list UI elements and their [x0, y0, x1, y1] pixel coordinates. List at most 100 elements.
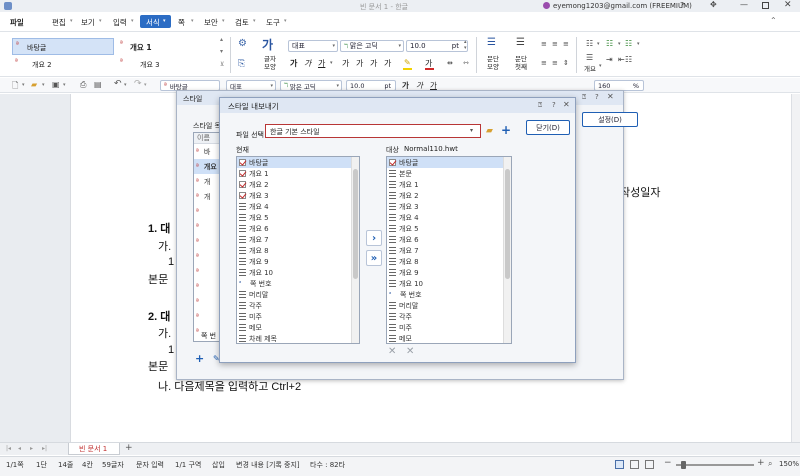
bold-icon[interactable]: 가: [290, 58, 297, 69]
italic-icon[interactable]: 가: [304, 58, 311, 69]
export-dialog-close-icon[interactable]: ✕: [563, 100, 570, 109]
shade-icon[interactable]: 가: [384, 58, 391, 69]
target-item-11[interactable]: 개요 10: [387, 278, 511, 289]
current-item-9[interactable]: 개요 9: [237, 256, 359, 267]
gallery-scroll-down-icon[interactable]: ▾: [220, 48, 223, 55]
status-insert-mode[interactable]: 삽입: [212, 460, 225, 470]
align-justify-icon[interactable]: ≡: [541, 59, 547, 67]
current-item-16[interactable]: 차례 제목: [237, 333, 359, 343]
current-list-scrollbar[interactable]: [351, 157, 359, 343]
target-item-7[interactable]: 개요 6: [387, 234, 511, 245]
outline-icon[interactable]: ☰: [586, 53, 593, 62]
menu-format-active[interactable]: 서식 ▾: [140, 15, 171, 28]
doc-tab[interactable]: 빈 문서 1: [68, 443, 120, 455]
target-item-3[interactable]: 개요 2: [387, 190, 511, 201]
para-first-icon[interactable]: ☰: [516, 37, 525, 48]
zoom-slider-thumb[interactable]: [681, 461, 686, 469]
gallery-expand-icon[interactable]: ⊻: [220, 61, 224, 68]
redo-icon[interactable]: ↷: [134, 79, 142, 89]
list-a-icon[interactable]: ☷: [625, 39, 632, 48]
current-item-12[interactable]: 머리말: [237, 289, 359, 300]
open-folder-icon[interactable]: ▰: [31, 80, 37, 89]
char-width-icon[interactable]: ⇿: [463, 59, 469, 67]
strike-icon[interactable]: 가: [342, 58, 349, 69]
style-settings-icon[interactable]: ⚙: [238, 38, 247, 49]
close-dialog-button[interactable]: 닫기(D): [526, 120, 570, 135]
style-gallery-item-3[interactable]: ª 개요 3: [118, 57, 218, 72]
subscript-icon[interactable]: 가: [370, 58, 377, 69]
account-avatar-icon[interactable]: [543, 2, 550, 9]
target-item-4[interactable]: 개요 3: [387, 201, 511, 212]
target-item-16[interactable]: 메모: [387, 333, 511, 343]
copy-selected-button[interactable]: ›: [366, 230, 382, 246]
style-list-item-pagenum[interactable]: 쪽 번: [201, 331, 216, 341]
target-item-0[interactable]: 바탕글: [387, 157, 511, 168]
preview-icon[interactable]: ▤: [94, 80, 102, 89]
current-item-7[interactable]: 개요 7: [237, 234, 359, 245]
para-shape-icon[interactable]: ☰: [487, 37, 496, 48]
target-item-2[interactable]: 개요 1: [387, 179, 511, 190]
highlight-icon[interactable]: ✎: [404, 58, 411, 67]
current-item-2[interactable]: 개요 2: [237, 179, 359, 190]
ribbon-font-select[interactable]: ℸ 맑은 고딕 ▾: [340, 40, 404, 52]
export-dialog-titlebar[interactable]: 스타일 내보내기 ⍰ ? ✕: [220, 98, 575, 113]
tab-next-icon[interactable]: ▸: [30, 445, 33, 452]
menu-edit[interactable]: 편집: [52, 17, 66, 28]
char-spacing-icon[interactable]: ⇹: [447, 59, 453, 67]
style-settings-button-label[interactable]: 설정(D): [582, 112, 638, 127]
underline-icon[interactable]: 가: [318, 58, 325, 69]
ribbon-collapse-icon[interactable]: ⌃: [770, 16, 777, 25]
menu-security[interactable]: 보안: [204, 17, 218, 28]
view-normal-icon[interactable]: [615, 460, 624, 469]
status-page[interactable]: 1/1쪽: [6, 460, 24, 470]
current-item-10[interactable]: 개요 10: [237, 267, 359, 278]
menu-view[interactable]: 보기: [81, 17, 95, 28]
minimize-icon[interactable]: —: [740, 0, 748, 9]
current-item-15[interactable]: 메모: [237, 322, 359, 333]
undo-icon[interactable]: ↶: [114, 79, 122, 89]
tab-prev-icon[interactable]: ◂: [18, 445, 21, 452]
maximize-icon[interactable]: [762, 2, 769, 9]
current-item-11[interactable]: ᵃ 쪽 번호: [237, 278, 359, 289]
zoom-in-icon[interactable]: +: [757, 458, 765, 468]
style-dialog-help2-icon[interactable]: ?: [595, 93, 599, 101]
tab-first-icon[interactable]: |◂: [6, 445, 11, 452]
delete-all-style-icon[interactable]: ✕: [406, 346, 414, 357]
ribbon-size-spin-icon[interactable]: ▴ ▾: [464, 39, 467, 51]
current-item-14[interactable]: 미주: [237, 311, 359, 322]
style-copy-icon[interactable]: ⎘: [238, 59, 245, 69]
menu-insert[interactable]: 입력: [113, 17, 127, 28]
target-item-14[interactable]: 각주: [387, 311, 511, 322]
menu-file[interactable]: 파일: [10, 17, 24, 28]
outdent-icon[interactable]: ⇤: [618, 55, 625, 64]
view-web-icon[interactable]: [645, 460, 654, 469]
status-zoom[interactable]: 150%: [779, 460, 799, 468]
align-center-icon[interactable]: ≡: [552, 40, 558, 48]
indent-icon[interactable]: ⇥: [606, 55, 613, 64]
style-gallery-item-1[interactable]: ª 개요 1: [118, 38, 218, 55]
export-dialog-help2-icon[interactable]: ?: [552, 101, 556, 109]
add-tab-button[interactable]: +: [125, 443, 133, 453]
close-window-icon[interactable]: ✕: [784, 0, 792, 10]
menu-review[interactable]: 검토: [235, 17, 249, 28]
current-item-1[interactable]: 개요 1: [237, 168, 359, 179]
target-item-6[interactable]: 개요 5: [387, 223, 511, 234]
target-item-10[interactable]: 개요 9: [387, 267, 511, 278]
align-left-icon[interactable]: ≡: [541, 40, 547, 48]
target-item-5[interactable]: 개요 4: [387, 212, 511, 223]
current-item-5[interactable]: 개요 5: [237, 212, 359, 223]
style-gallery-item-0[interactable]: ª 바탕글: [12, 38, 114, 55]
status-section[interactable]: 1/1 구역: [175, 460, 201, 470]
zoom-slider[interactable]: [676, 461, 754, 469]
superscript-icon[interactable]: 가: [356, 58, 363, 69]
current-item-4[interactable]: 개요 4: [237, 201, 359, 212]
help-icon[interactable]: ?: [680, 1, 684, 10]
target-list-scrollbar[interactable]: [503, 157, 511, 343]
current-item-3[interactable]: 개요 3: [237, 190, 359, 201]
current-item-6[interactable]: 개요 6: [237, 223, 359, 234]
restore-icon[interactable]: ✥: [710, 0, 717, 9]
zoom-search-icon[interactable]: ⌕: [768, 459, 772, 469]
target-style-list[interactable]: 바탕글 본문 개요 1 개요 2 개요 3 개요 4 개요 5 개요 6 개요 …: [386, 156, 512, 344]
char-shape-icon[interactable]: 가: [262, 36, 273, 53]
file-select-input[interactable]: 한글 기본 스타일 ▾: [265, 124, 481, 138]
